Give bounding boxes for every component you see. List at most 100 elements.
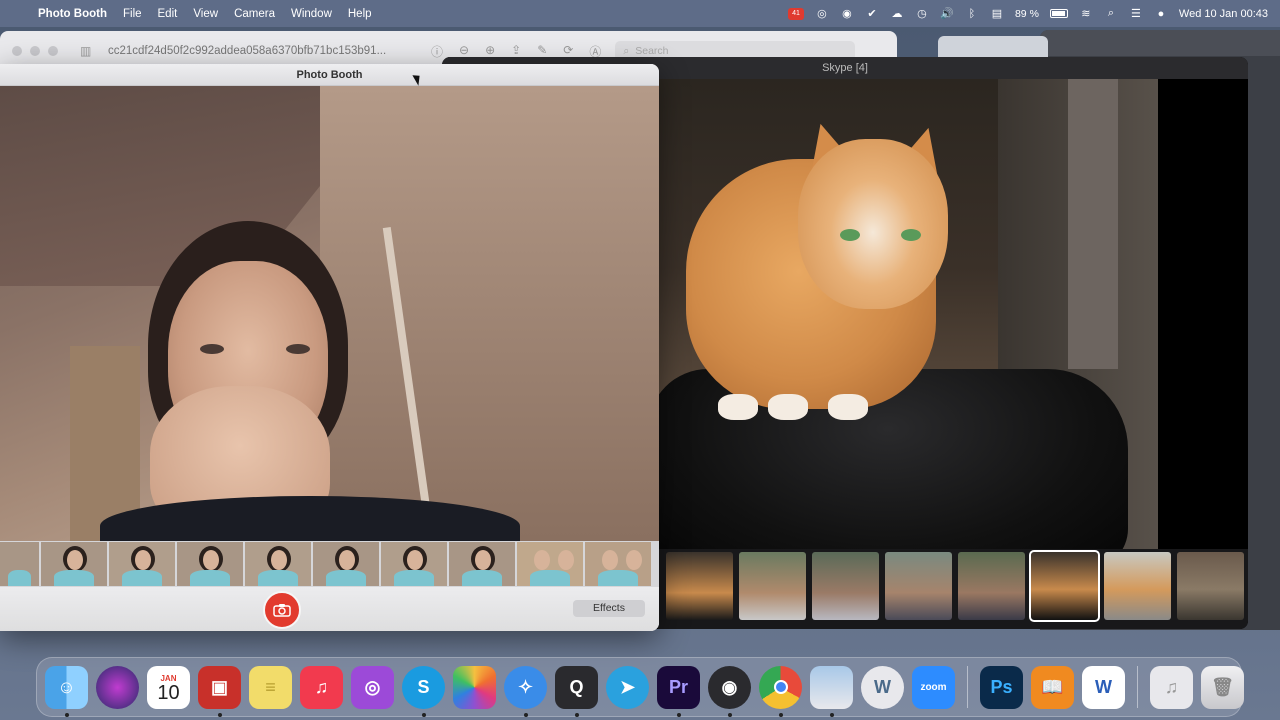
calendar-icon[interactable]: JAN 10 [147,665,190,709]
wifi-icon[interactable]: ≋ [1079,7,1093,21]
running-indicator [523,712,528,717]
safari-icon[interactable]: ✧ [504,665,547,717]
pb-thumb[interactable] [177,542,243,586]
dock-separator [967,666,968,708]
running-indicator [64,712,69,717]
thumb-shirt [530,570,570,586]
cloud-icon[interactable]: ☁ [890,7,904,21]
telegram-icon[interactable]: ➤ [606,665,649,709]
skype-thumb[interactable] [958,552,1025,620]
trash-icon[interactable]: 🗑 [1201,665,1244,709]
thumb-shirt [7,570,32,586]
menu-app-name[interactable]: Photo Booth [30,8,115,20]
photo-booth-thumbnail-strip [0,541,659,587]
obs-status-icon[interactable]: ◎ [815,7,829,21]
wordpress-icon[interactable]: W [861,665,904,709]
pb-thumb[interactable] [109,542,175,586]
volume-icon[interactable]: 🔊 [940,7,954,21]
stickies-icon[interactable]: ≡ [249,665,292,709]
battery-icon[interactable] [1049,9,1068,18]
cat-paw-right [828,394,868,420]
thumb-face [625,550,642,570]
minimize-icon[interactable] [30,46,40,56]
check-status-icon[interactable]: ✔ [865,7,879,21]
pb-thumb[interactable] [313,542,379,586]
close-icon[interactable] [12,46,22,56]
chrome-icon[interactable] [759,665,802,717]
video-wall [320,86,659,541]
skype-thumb[interactable] [666,552,733,620]
info-icon[interactable]: ⓘ [431,43,443,60]
thumb-shirt [122,570,162,586]
skype-thumb[interactable] [1104,552,1171,620]
running-indicator [829,712,834,717]
skype-icon[interactable]: S [402,665,445,717]
photos-icon[interactable] [453,665,496,709]
thumb-face [533,550,550,570]
music-document-icon[interactable]: ♫ [1150,665,1193,709]
control-center-icon[interactable]: ☰ [1129,7,1143,21]
photo-booth-title: Photo Booth [0,64,659,86]
time-machine-icon[interactable]: ◷ [915,7,929,21]
finder-icon[interactable]: ☺ [45,665,88,717]
zoom-icon[interactable] [48,46,58,56]
siri-icon[interactable]: ● [1154,7,1168,21]
photo-door [1068,79,1118,369]
menu-view[interactable]: View [185,8,226,20]
podcasts-icon[interactable]: ◎ [351,665,394,709]
music-icon[interactable]: ♫ [300,665,343,709]
take-photo-button[interactable] [263,591,301,629]
menu-edit[interactable]: Edit [150,8,186,20]
menu-help[interactable]: Help [340,8,380,20]
skype-thumb[interactable] [885,552,952,620]
skype-thumb-selected[interactable] [1029,550,1100,622]
pb-thumb[interactable] [517,542,583,586]
menu-window[interactable]: Window [283,8,340,20]
siri-icon[interactable] [96,665,139,709]
preview-icon[interactable] [810,665,853,717]
flag-icon[interactable]: ▤ [990,7,1004,21]
shared-cat-photo[interactable] [658,79,1158,549]
thumb-shirt [258,570,298,586]
calendar-day: 10 [157,681,180,704]
menu-file[interactable]: File [115,8,150,20]
running-indicator [421,712,426,717]
pb-thumb[interactable] [0,542,39,586]
thumb-shirt [598,570,638,586]
skype-thumb[interactable] [1177,552,1244,620]
chrome-center-icon [773,680,788,694]
menu-camera[interactable]: Camera [226,8,283,20]
sidebar-toggle-icon[interactable]: ▥ [80,44,108,58]
word-icon[interactable]: W [1082,665,1125,709]
pb-thumb[interactable] [41,542,107,586]
photoshop-icon[interactable]: Ps [980,665,1023,709]
pb-thumb[interactable] [585,542,651,586]
photo-booth-window[interactable]: Photo Booth Effects [0,64,659,631]
menu-bar: Photo Booth File Edit View Camera Window… [0,0,1280,27]
photo-booth-icon[interactable]: ▣ [198,665,241,717]
menubar-clock[interactable]: Wed 10 Jan 00:43 [1179,8,1268,20]
notification-badge-icon[interactable]: 41 [787,7,804,20]
running-indicator [778,712,783,717]
skype-thumb[interactable] [812,552,879,620]
effects-button[interactable]: Effects [573,600,645,617]
droplet-status-icon[interactable]: ◉ [840,7,854,21]
obs-icon[interactable]: ◉ [708,665,751,717]
quicktime-icon[interactable]: Q [555,665,598,717]
books-icon[interactable]: 📖 [1031,665,1074,709]
pb-thumb[interactable] [381,542,447,586]
thumb-face [601,550,618,570]
thumb-shirt [326,570,366,586]
thumb-shirt [54,570,94,586]
skype-thumb[interactable] [739,552,806,620]
dock-separator [1137,666,1138,708]
zoom-icon[interactable]: zoom [912,665,955,709]
search-icon[interactable]: ⌕ [1104,7,1118,21]
bluetooth-icon[interactable]: ᛒ [965,7,979,21]
running-indicator [727,712,732,717]
search-icon: ⌕ [623,44,630,57]
pb-thumb[interactable] [449,542,515,586]
camera-icon [273,604,291,617]
premiere-pro-icon[interactable]: Pr [657,665,700,717]
pb-thumb[interactable] [245,542,311,586]
